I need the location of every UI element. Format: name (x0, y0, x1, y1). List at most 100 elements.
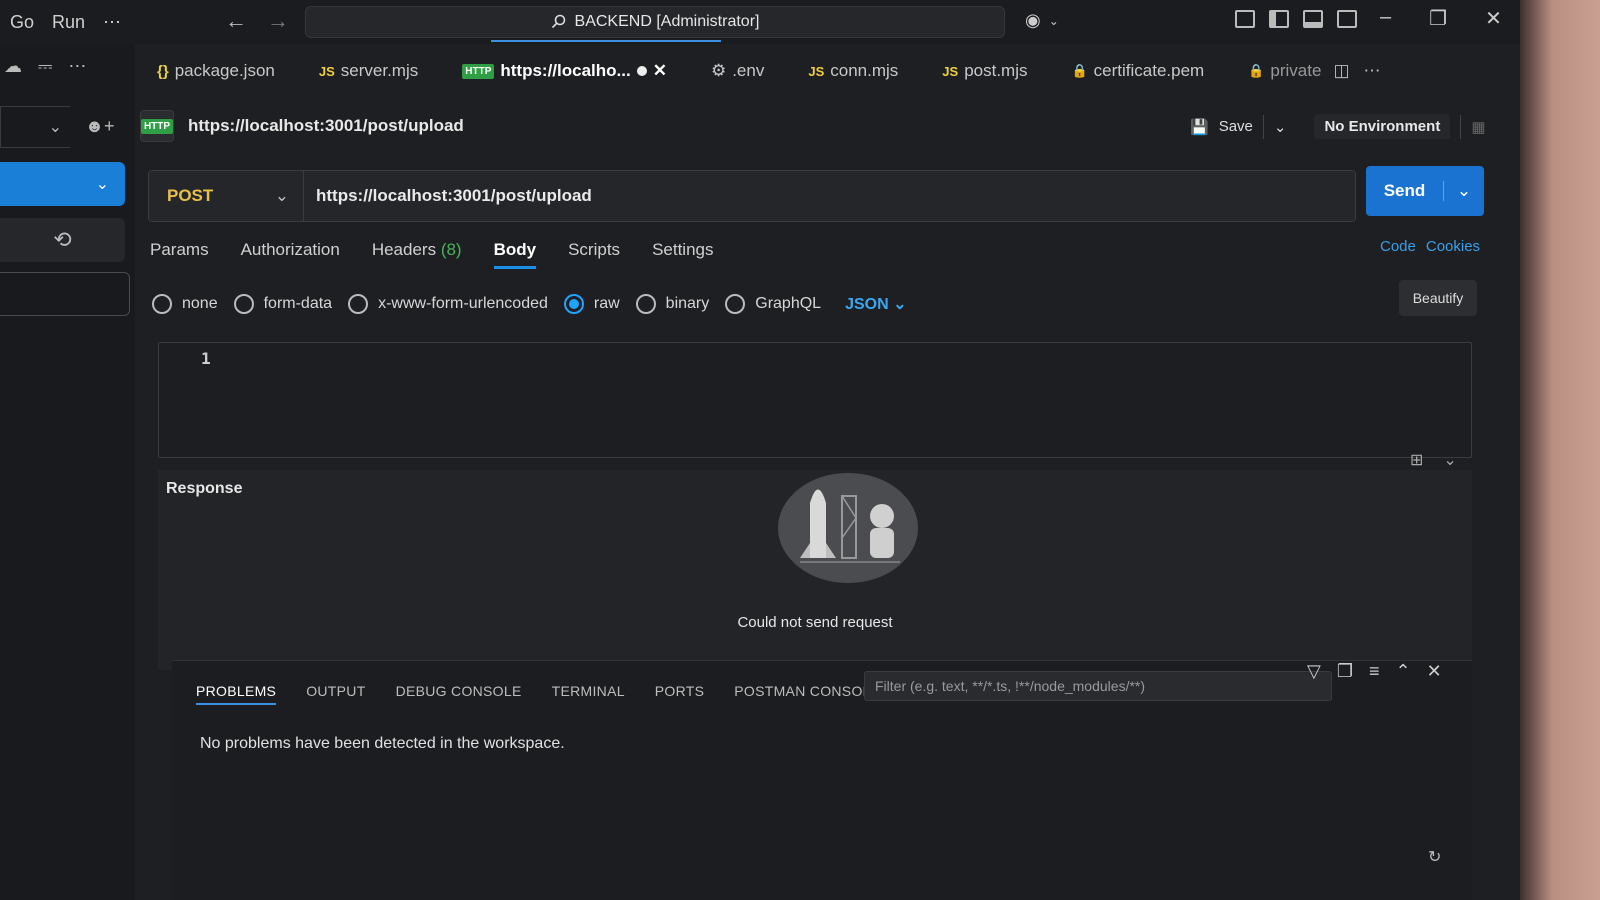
maximize-panel-icon[interactable]: ⌃ (1396, 661, 1411, 682)
environment-quick-look-icon[interactable]: ▦ (1471, 118, 1485, 136)
tab-headers[interactable]: Headers (8) (372, 240, 462, 269)
chevron-down-icon[interactable]: ⌄ (1049, 14, 1059, 31)
chevron-down-icon[interactable]: ⌄ (1443, 450, 1456, 470)
environment-selector[interactable]: No Environment (1314, 114, 1451, 139)
save-icon[interactable]: 💾 (1190, 118, 1209, 136)
code-link[interactable]: Code (1380, 238, 1416, 255)
body-option-form-data[interactable]: form-data (233, 294, 332, 314)
method-select[interactable]: POST ⌄ (149, 171, 304, 221)
copilot-icon[interactable]: ◉ (1025, 10, 1041, 31)
send-button[interactable]: Send ⌄ (1366, 166, 1484, 216)
line-number: 1 (201, 349, 211, 368)
toggle-panel-icon[interactable] (1303, 10, 1323, 28)
tab-post-mjs[interactable]: JS post.mjs (920, 48, 1049, 94)
gear-icon: ⚙ (710, 61, 727, 80)
copilot-area[interactable]: ◉ ⌄ (1025, 10, 1059, 31)
beautify-button[interactable]: Beautify (1399, 280, 1477, 316)
save-button[interactable]: Save (1219, 118, 1253, 135)
body-option-none[interactable]: none (152, 294, 218, 314)
js-file-icon: JS (318, 63, 335, 79)
close-window-icon[interactable]: ✕ (1485, 6, 1502, 31)
chevron-down-icon: ⌄ (48, 119, 62, 136)
back-arrow-icon[interactable]: ← (225, 8, 247, 34)
more-icon[interactable]: ⋯ (68, 56, 86, 77)
cloud-sync-icon[interactable]: ☁ (4, 56, 22, 77)
workspace-dropdown[interactable]: ⌄ (0, 106, 70, 148)
title-bar: Go Run ⋯ ← → BACKEND [Administrator] ◉ ⌄… (0, 0, 1520, 44)
tab-conn-mjs[interactable]: JS conn.mjs (786, 48, 920, 94)
panel-tab-debug-console[interactable]: DEBUG CONSOLE (396, 683, 522, 705)
filter-icon[interactable]: ▽ (1307, 661, 1321, 682)
editor-actions: ◫ ⋯ (1333, 61, 1380, 81)
toggle-secondary-sidebar-icon[interactable] (1337, 10, 1357, 28)
tab-server-mjs[interactable]: JS server.mjs (297, 48, 440, 94)
body-option-graphql[interactable]: GraphQL (725, 294, 821, 314)
tab-label: post.mjs (964, 61, 1028, 80)
tab-settings[interactable]: Settings (652, 240, 713, 269)
sidebar-search-input[interactable] (0, 272, 130, 316)
problems-filter-input[interactable]: Filter (e.g. text, **/*.ts, !**/node_mod… (864, 671, 1332, 701)
response-empty-message: Could not send request (737, 614, 893, 631)
terminal-icon[interactable]: ⎓ (38, 56, 52, 77)
restore-icon[interactable]: ❐ (1429, 6, 1447, 31)
radio-binary[interactable] (635, 294, 656, 314)
tab-label: https://localho... (500, 61, 631, 80)
menu-more[interactable]: ⋯ (103, 12, 121, 33)
tab-scripts[interactable]: Scripts (568, 240, 620, 269)
panel-tab-postman-console[interactable]: POSTMAN CONSOLE (734, 683, 880, 705)
url-input[interactable]: https://localhost:3001/post/upload (304, 186, 592, 206)
body-editor[interactable]: 1 (158, 342, 1472, 458)
close-tab-icon[interactable]: ✕ (653, 61, 667, 81)
menu-run[interactable]: Run (52, 12, 85, 33)
radio-form-data[interactable] (233, 294, 254, 314)
tab-private[interactable]: 🔒 private (1226, 48, 1327, 94)
body-option-raw[interactable]: raw (563, 294, 620, 314)
raw-format-select[interactable]: JSON ⌄ (845, 294, 906, 314)
menu-bar: Go Run ⋯ (0, 12, 121, 33)
body-option-binary[interactable]: binary (635, 294, 709, 314)
panel-tab-output[interactable]: OUTPUT (306, 683, 365, 705)
tab-body[interactable]: Body (493, 240, 537, 269)
tab-http-request[interactable]: HTTP https://localho... ✕ (440, 48, 689, 94)
save-options-chevron-icon[interactable]: ⌄ (1274, 118, 1287, 136)
tab-authorization[interactable]: Authorization (241, 240, 340, 269)
refresh-icon[interactable]: ↻ (1428, 847, 1441, 867)
tab-env[interactable]: ⚙ .env (689, 48, 786, 94)
split-editor-icon[interactable]: ◫ (1333, 61, 1349, 81)
send-options-chevron-icon[interactable]: ⌄ (1444, 181, 1484, 201)
close-panel-icon[interactable]: ✕ (1427, 661, 1442, 682)
new-request-button[interactable]: ⌄ (0, 162, 125, 206)
radio-graphql[interactable] (725, 294, 746, 314)
tab-label: private (1270, 61, 1322, 80)
radio-urlencoded[interactable] (348, 294, 369, 314)
forward-arrow-icon[interactable]: → (267, 8, 289, 34)
panel-tab-ports[interactable]: PORTS (655, 683, 704, 705)
headers-count-badge: (8) (440, 240, 462, 259)
toggle-primary-sidebar-icon[interactable] (1269, 10, 1289, 28)
js-file-icon: JS (942, 63, 959, 79)
collapse-all-icon[interactable]: ❐ (1337, 661, 1353, 682)
tab-package-json[interactable]: {} package.json (135, 48, 297, 94)
body-option-urlencoded[interactable]: x-www-form-urlencoded (348, 294, 548, 314)
tab-params[interactable]: Params (150, 240, 209, 269)
layout-toggle-icon[interactable]: ⊞ (1410, 450, 1423, 470)
http-request-icon: HTTP (140, 110, 174, 142)
request-title[interactable]: https://localhost:3001/post/upload (188, 116, 464, 136)
view-as-list-icon[interactable]: ≡ (1369, 661, 1380, 682)
panel-tab-terminal[interactable]: TERMINAL (552, 683, 625, 705)
menu-go[interactable]: Go (10, 12, 34, 33)
radio-none[interactable] (152, 294, 172, 314)
http-file-icon: HTTP (462, 63, 495, 79)
progress-accent (491, 40, 721, 42)
invite-user-icon[interactable]: ☻+ (85, 116, 114, 137)
more-actions-icon[interactable]: ⋯ (1364, 61, 1381, 81)
panel-tab-problems[interactable]: PROBLEMS (196, 683, 277, 705)
history-button[interactable]: ⟲ (0, 218, 125, 262)
command-center[interactable]: BACKEND [Administrator] (305, 6, 1005, 42)
radio-raw[interactable] (563, 294, 584, 314)
customize-layout-icon[interactable] (1235, 10, 1255, 28)
tab-certificate-pem[interactable]: 🔒 certificate.pem (1049, 48, 1226, 94)
minimize-icon[interactable]: – (1380, 6, 1391, 31)
cookies-link[interactable]: Cookies (1426, 238, 1480, 255)
save-area: 💾 Save ⌄ No Environment ▦ (1190, 114, 1486, 139)
